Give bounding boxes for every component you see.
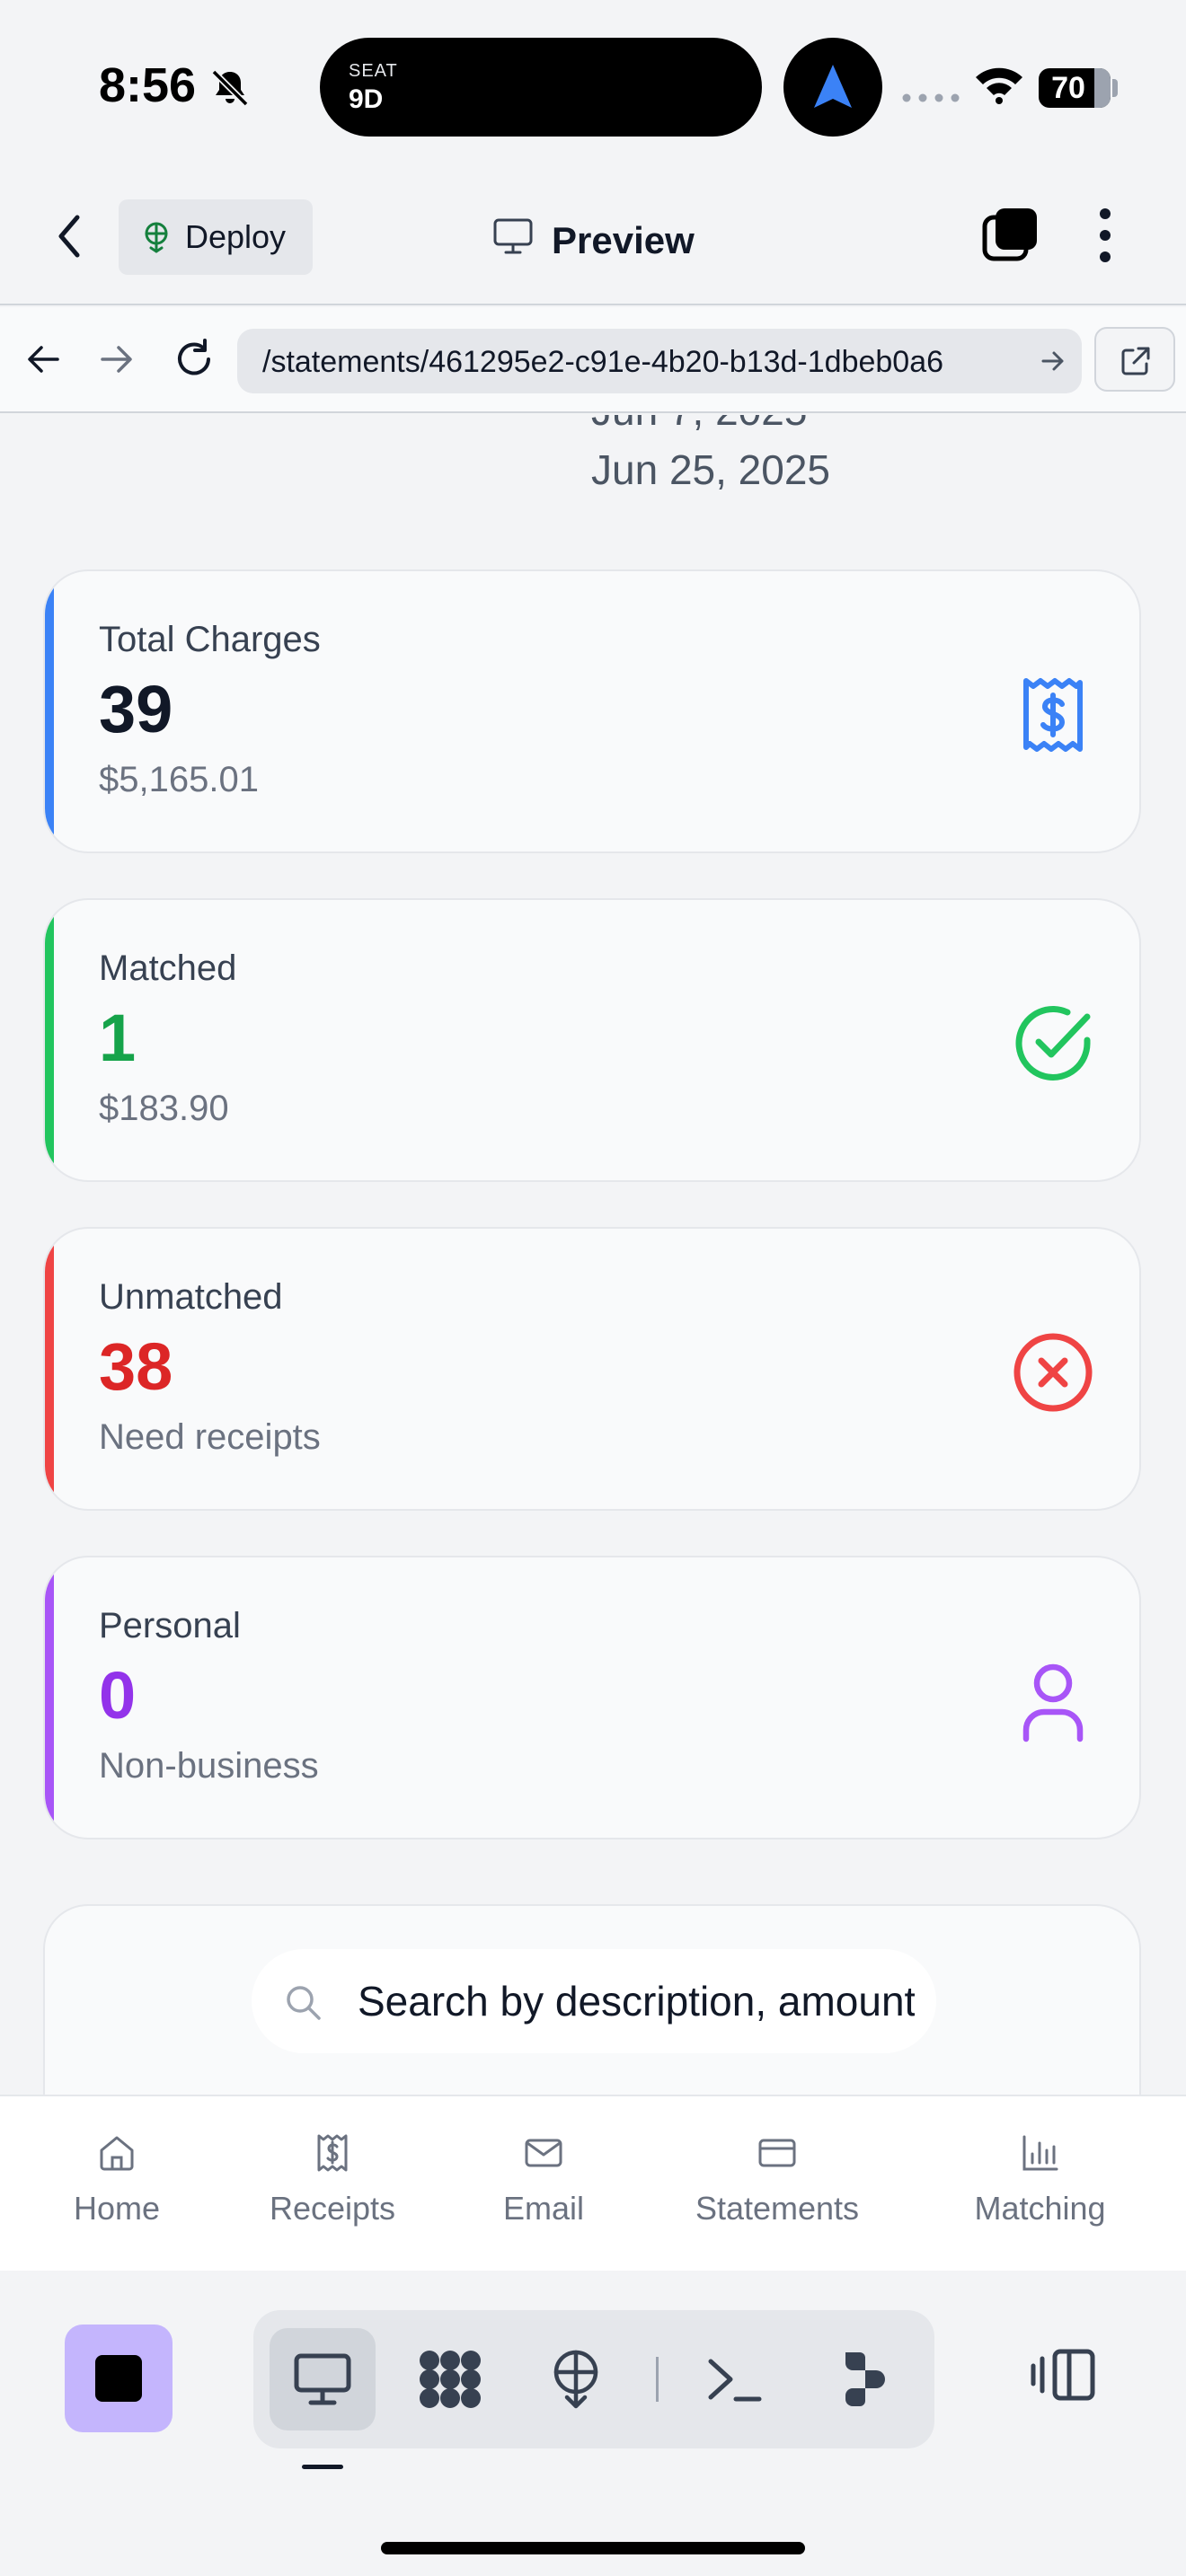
tool-dock xyxy=(0,2271,1186,2576)
check-circle-icon xyxy=(1015,1005,1091,1081)
card-value: 1 xyxy=(99,1001,137,1075)
card-accent xyxy=(45,1557,54,1838)
battery-nub xyxy=(1112,79,1118,97)
tab-receipts[interactable]: Receipts xyxy=(252,2132,413,2249)
matched-card[interactable]: Matched 1 $183.90 xyxy=(43,898,1141,1182)
app-header: Deploy Preview xyxy=(0,171,1186,305)
tab-label: Statements xyxy=(695,2190,860,2227)
deploy-globe-icon xyxy=(553,2350,598,2409)
mail-icon xyxy=(525,2139,562,2167)
seat-label: SEAT xyxy=(349,61,398,81)
card-label: Total Charges xyxy=(99,620,321,659)
monitor-icon xyxy=(294,2353,351,2405)
bottom-tab-bar: Home Receipts Email Statements Matching xyxy=(0,2095,1186,2271)
card-subtext: $183.90 xyxy=(99,1089,229,1128)
dock-agent[interactable] xyxy=(810,2328,916,2430)
open-external-button[interactable] xyxy=(1094,327,1175,392)
external-link-icon xyxy=(1121,347,1150,375)
more-vertical-icon[interactable] xyxy=(1094,207,1116,264)
wifi-icon xyxy=(976,67,1022,104)
split-view-icon[interactable] xyxy=(1030,2346,1098,2404)
reload-icon[interactable] xyxy=(173,338,216,381)
card-label: Unmatched xyxy=(99,1277,283,1317)
browser-back-icon[interactable] xyxy=(25,341,61,377)
card-label: Personal xyxy=(99,1606,241,1645)
dock-tools xyxy=(253,2310,934,2448)
dock-preview[interactable] xyxy=(270,2328,376,2430)
navigation-activity xyxy=(783,38,882,137)
tab-email[interactable]: Email xyxy=(485,2132,602,2249)
terminal-icon xyxy=(708,2359,762,2402)
home-indicator xyxy=(381,2542,805,2554)
card-accent xyxy=(45,571,54,851)
card-subtext: Need receipts xyxy=(99,1417,321,1457)
card-subtext: Non-business xyxy=(99,1746,319,1786)
stop-button[interactable] xyxy=(65,2325,173,2432)
navigation-arrow-icon xyxy=(814,65,852,108)
tabs-switcher-icon[interactable] xyxy=(981,207,1039,264)
dock-separator xyxy=(656,2357,659,2402)
search-box[interactable] xyxy=(252,1949,936,2053)
deploy-label: Deploy xyxy=(185,218,287,255)
page-title: Preview xyxy=(552,219,695,261)
search-icon xyxy=(287,1986,321,2020)
agent-icon xyxy=(845,2352,885,2406)
tab-label: Email xyxy=(502,2190,585,2227)
card-accent xyxy=(45,1229,54,1509)
receipt-icon xyxy=(317,2134,348,2172)
deploy-globe-icon xyxy=(145,222,168,253)
dynamic-island: SEAT 9D xyxy=(320,38,762,137)
card-value: 39 xyxy=(99,672,173,746)
dock-deploy[interactable] xyxy=(523,2328,629,2430)
stop-icon xyxy=(95,2355,142,2402)
bell-off-icon xyxy=(211,69,249,107)
user-icon xyxy=(1022,1663,1084,1742)
cellular-signal-icon xyxy=(902,93,960,102)
card-subtext: $5,165.01 xyxy=(99,760,259,799)
deploy-button[interactable]: Deploy xyxy=(119,199,313,275)
tab-label: Matching xyxy=(974,2190,1106,2227)
x-circle-icon xyxy=(1013,1333,1093,1412)
battery-indicator: 70 xyxy=(1039,68,1111,108)
tab-label: Home xyxy=(73,2190,161,2227)
total-charges-card[interactable]: Total Charges 39 $5,165.01 xyxy=(43,569,1141,853)
go-arrow-icon[interactable] xyxy=(1040,348,1066,374)
statement-content: Jun 7, 2025 Jun 25, 2025 Total Charges 3… xyxy=(0,415,1186,2095)
back-chevron-icon[interactable] xyxy=(56,214,83,259)
monitor-icon xyxy=(493,218,533,254)
card-label: Matched xyxy=(99,948,237,988)
home-icon xyxy=(100,2136,134,2171)
browser-forward-icon[interactable] xyxy=(99,341,135,377)
receipt-dollar-icon xyxy=(1023,678,1083,752)
dock-workspace[interactable] xyxy=(397,2328,503,2430)
search-input[interactable] xyxy=(358,1949,915,2053)
dock-shell[interactable] xyxy=(681,2328,787,2430)
tab-home[interactable]: Home xyxy=(54,2132,180,2249)
tab-matching[interactable]: Matching xyxy=(952,2132,1128,2249)
credit-card-icon xyxy=(758,2139,796,2167)
personal-card[interactable]: Personal 0 Non-business xyxy=(43,1556,1141,1839)
seat-value: 9D xyxy=(349,84,384,114)
card-accent xyxy=(45,900,54,1180)
status-time: 8:56 xyxy=(99,58,197,112)
bar-chart-icon xyxy=(1022,2135,1058,2171)
tab-statements[interactable]: Statements xyxy=(674,2132,881,2249)
active-tool-indicator xyxy=(302,2465,343,2469)
tab-label: Receipts xyxy=(269,2190,396,2227)
transactions-panel xyxy=(43,1904,1141,2095)
status-bar: 8:56 SEAT 9D 70 xyxy=(0,0,1186,171)
card-value: 0 xyxy=(99,1658,137,1733)
url-field[interactable]: /statements/461295e2-c91e-4b20-b13d-1dbe… xyxy=(237,329,1082,393)
statement-end-date: Jun 25, 2025 xyxy=(591,446,831,493)
battery-level: 70 xyxy=(1051,71,1085,105)
workspace-grid-icon xyxy=(420,2351,481,2408)
unmatched-card[interactable]: Unmatched 38 Need receipts xyxy=(43,1227,1141,1511)
browser-bar: /statements/461295e2-c91e-4b20-b13d-1dbe… xyxy=(0,307,1186,413)
card-value: 38 xyxy=(99,1329,173,1404)
statement-start-date: Jun 7, 2025 xyxy=(591,415,807,435)
url-text: /statements/461295e2-c91e-4b20-b13d-1dbe… xyxy=(262,345,944,379)
